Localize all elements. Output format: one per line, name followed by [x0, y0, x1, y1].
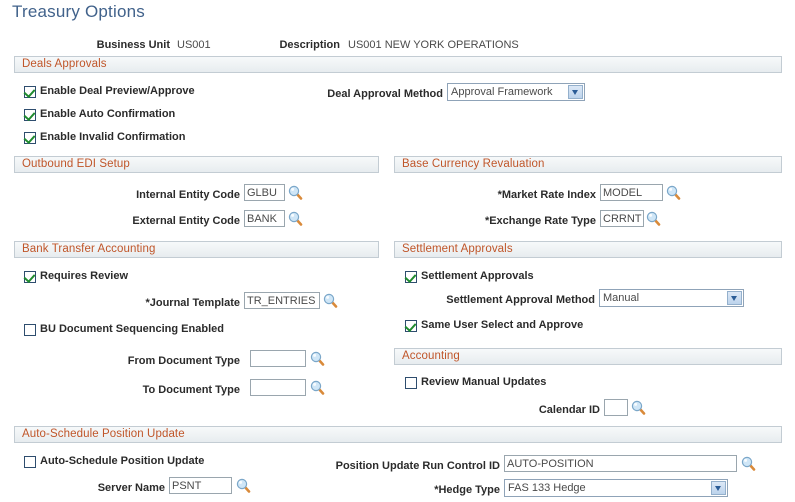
magnifier-icon[interactable]	[288, 185, 303, 200]
label-settlement-approvals: Settlement Approvals	[421, 270, 534, 282]
from-document-type-label: From Document Type	[127, 355, 240, 367]
magnifier-icon[interactable]	[631, 400, 646, 415]
section-header-settlement-approvals: Settlement Approvals	[394, 241, 782, 258]
checkbox-review-manual-updates[interactable]	[405, 377, 417, 389]
magnifier-icon[interactable]	[323, 293, 338, 308]
section-header-deals-approvals: Deals Approvals	[14, 56, 782, 73]
checkbox-same-user-select-and-approve[interactable]	[405, 320, 417, 332]
label-enable-deal-preview-approve: Enable Deal Preview/Approve	[40, 85, 195, 97]
settlement-approval-method-select[interactable]: Manual	[599, 289, 744, 307]
section-header-auto-schedule-position-update: Auto-Schedule Position Update	[14, 426, 782, 443]
from-document-type-input[interactable]	[250, 350, 306, 367]
magnifier-icon[interactable]	[288, 211, 303, 226]
label-same-user-select-and-approve: Same User Select and Approve	[421, 319, 584, 331]
internal-entity-code-input[interactable]: GLBU	[244, 184, 285, 201]
external-entity-code-label: External Entity Code	[132, 215, 240, 227]
description-value: US001 NEW YORK OPERATIONS	[348, 39, 519, 51]
position-update-run-control-id-label: Position Update Run Control ID	[335, 460, 500, 472]
label-enable-invalid-confirmation: Enable Invalid Confirmation	[40, 131, 186, 143]
checkbox-auto-schedule-position-update[interactable]	[24, 456, 36, 468]
position-update-run-control-id-input[interactable]: AUTO-POSITION	[504, 455, 737, 472]
label-auto-schedule-position-update: Auto-Schedule Position Update	[40, 455, 205, 467]
journal-template-input[interactable]: TR_ENTRIES	[244, 292, 320, 309]
to-document-type-label: To Document Type	[142, 384, 240, 396]
checkbox-settlement-approvals[interactable]	[405, 271, 417, 283]
magnifier-icon[interactable]	[236, 478, 251, 493]
business-unit-value: US001	[177, 39, 211, 51]
section-header-bank-transfer-accounting: Bank Transfer Accounting	[14, 241, 379, 258]
page-title: Treasury Options	[12, 2, 145, 21]
deal-approval-method-label: Deal Approval Method	[327, 88, 443, 100]
magnifier-icon[interactable]	[741, 456, 756, 471]
market-rate-index-label: *Market Rate Index	[497, 189, 596, 201]
journal-template-label: *Journal Template	[145, 297, 240, 309]
settlement-approval-method-label: Settlement Approval Method	[446, 294, 595, 306]
chevron-down-icon[interactable]	[727, 291, 742, 305]
hedge-type-select[interactable]: FAS 133 Hedge	[504, 479, 728, 497]
section-title-outbound-edi: Outbound EDI Setup	[22, 158, 130, 170]
internal-entity-code-label: Internal Entity Code	[136, 189, 240, 201]
section-title-accounting: Accounting	[402, 350, 460, 362]
description-label: Description	[279, 39, 340, 51]
checkbox-enable-auto-confirmation[interactable]	[24, 109, 36, 121]
section-header-base-currency-revaluation: Base Currency Revaluation	[394, 156, 782, 173]
magnifier-icon[interactable]	[310, 351, 325, 366]
section-header-accounting: Accounting	[394, 348, 782, 365]
calendar-id-label: Calendar ID	[538, 404, 600, 416]
server-name-input[interactable]: PSNT	[169, 477, 232, 494]
chevron-down-icon[interactable]	[711, 481, 726, 495]
magnifier-icon[interactable]	[666, 185, 681, 200]
checkbox-enable-invalid-confirmation[interactable]	[24, 132, 36, 144]
checkbox-enable-deal-preview-approve[interactable]	[24, 86, 36, 98]
section-title-settlement-approvals: Settlement Approvals	[402, 243, 513, 255]
calendar-id-input[interactable]	[604, 399, 628, 416]
exchange-rate-type-label: *Exchange Rate Type	[484, 215, 596, 227]
server-name-label: Server Name	[97, 482, 165, 494]
label-requires-review: Requires Review	[40, 270, 129, 282]
section-title-bank-transfer-accounting: Bank Transfer Accounting	[22, 243, 156, 255]
to-document-type-input[interactable]	[250, 379, 306, 396]
checkbox-requires-review[interactable]	[24, 271, 36, 283]
section-title-auto-schedule-position-update: Auto-Schedule Position Update	[22, 428, 185, 440]
chevron-down-icon[interactable]	[568, 85, 583, 99]
label-enable-auto-confirmation: Enable Auto Confirmation	[40, 108, 176, 120]
market-rate-index-input[interactable]: MODEL	[600, 184, 663, 201]
hedge-type-label: *Hedge Type	[434, 484, 500, 496]
magnifier-icon[interactable]	[310, 380, 325, 395]
checkbox-bu-document-sequencing[interactable]	[24, 324, 36, 336]
external-entity-code-input[interactable]: BANK	[244, 210, 285, 227]
magnifier-icon[interactable]	[646, 211, 661, 226]
section-header-outbound-edi: Outbound EDI Setup	[14, 156, 379, 173]
label-review-manual-updates: Review Manual Updates	[421, 376, 547, 388]
section-title-base-currency-revaluation: Base Currency Revaluation	[402, 158, 545, 170]
deal-approval-method-select[interactable]: Approval Framework	[447, 83, 585, 101]
section-title-deals-approvals: Deals Approvals	[22, 58, 107, 70]
business-unit-label: Business Unit	[96, 39, 170, 51]
label-bu-document-sequencing: BU Document Sequencing Enabled	[40, 323, 224, 335]
exchange-rate-type-input[interactable]: CRRNT	[600, 210, 644, 227]
